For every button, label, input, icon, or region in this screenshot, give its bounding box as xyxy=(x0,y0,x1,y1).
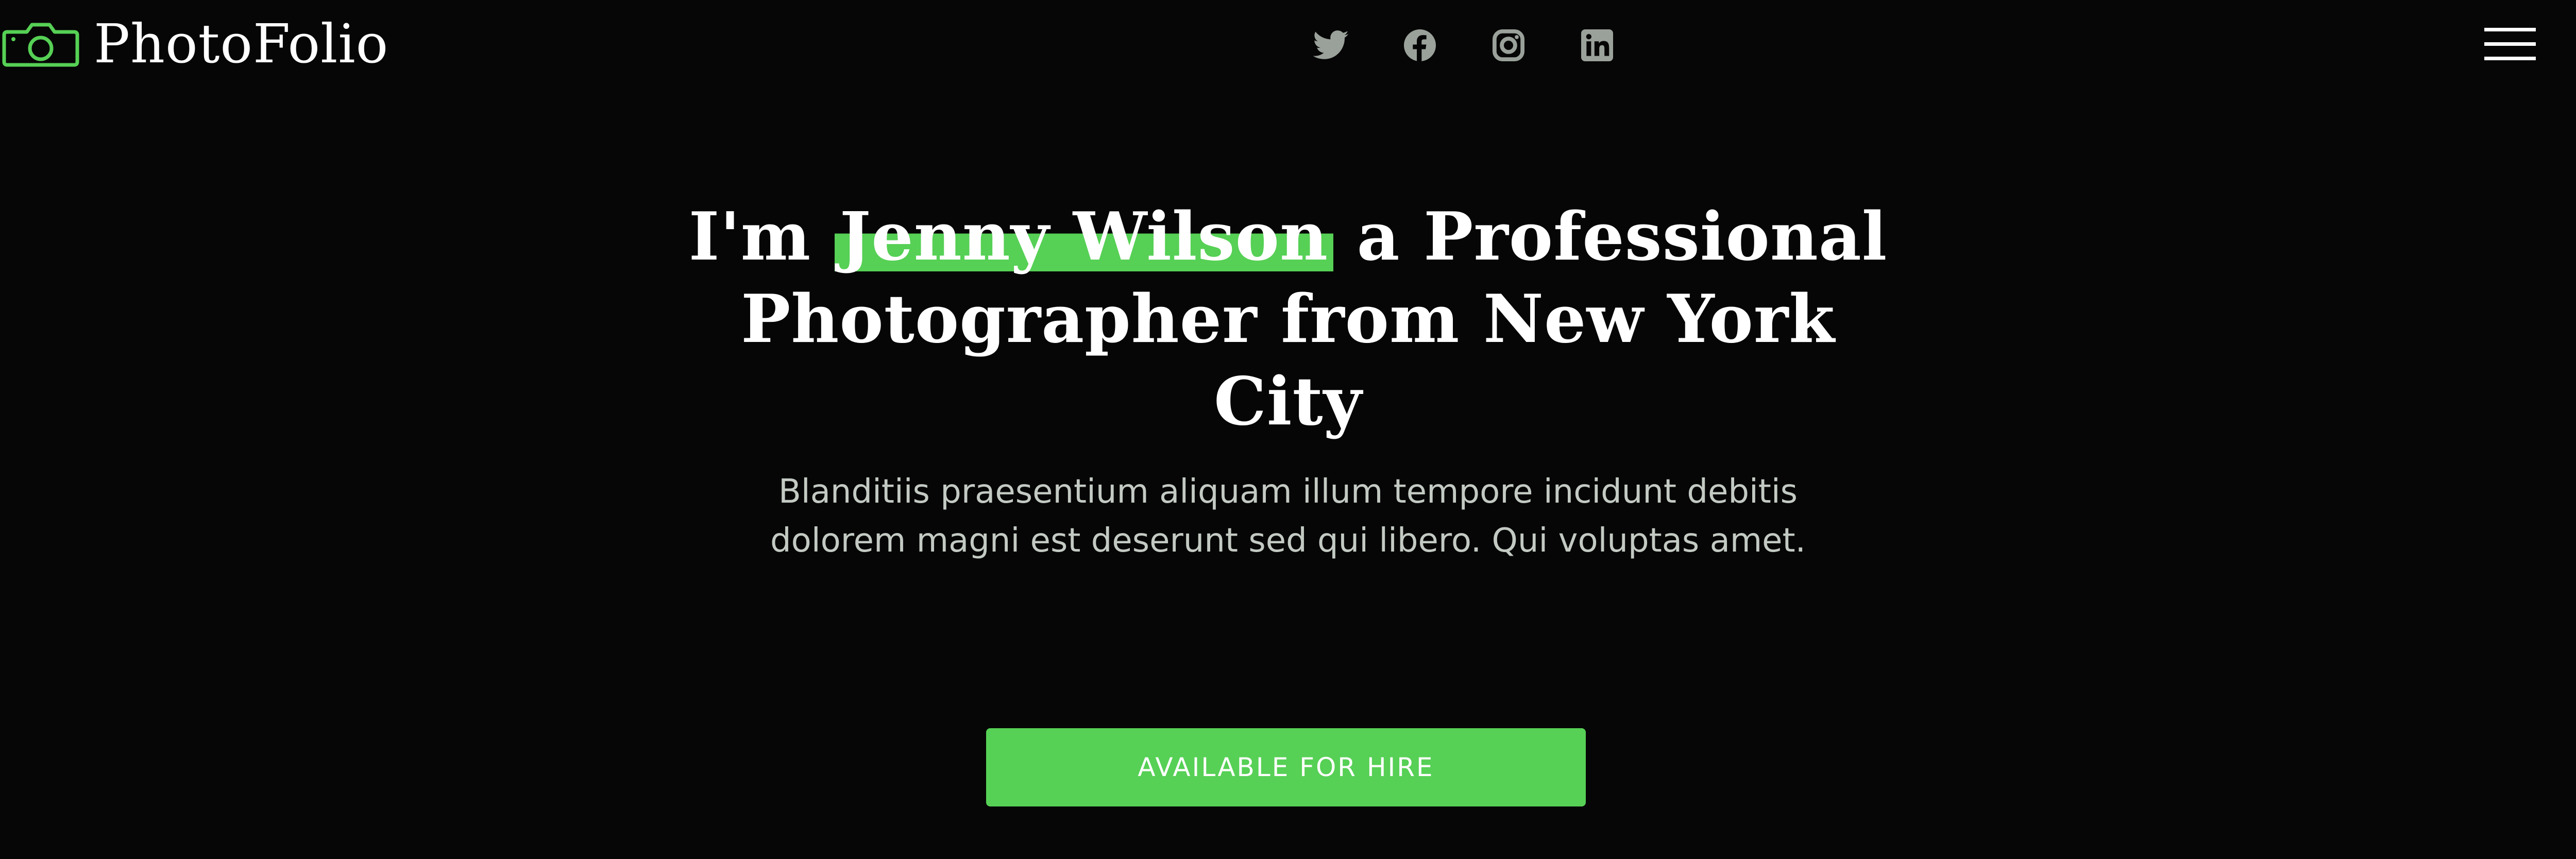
hero-subtitle: Blanditiis praesentium aliquam illum tem… xyxy=(770,473,1806,560)
hero-title: I'm Jenny Wilson a Professional Photogra… xyxy=(670,196,1906,443)
facebook-link[interactable] xyxy=(1401,27,1438,64)
site-header: PhotoFolio xyxy=(0,0,2576,88)
hero-title-prefix: I'm xyxy=(688,198,835,276)
twitter-icon xyxy=(1313,30,1349,61)
available-for-hire-button[interactable]: AVAILABLE FOR HIRE xyxy=(986,728,1586,806)
social-links xyxy=(1313,27,1616,64)
page: PhotoFolio I'm Jenny Wilson a Profession… xyxy=(0,0,2576,859)
menu-line xyxy=(2484,42,2536,46)
hamburger-menu-icon[interactable] xyxy=(2484,28,2536,61)
logo-text: PhotoFolio xyxy=(94,12,389,75)
logo-link[interactable]: PhotoFolio xyxy=(2,9,388,78)
instagram-link[interactable] xyxy=(1490,27,1527,64)
camera-icon xyxy=(2,21,79,67)
menu-line xyxy=(2484,57,2536,60)
hero-name-highlight: Jenny Wilson xyxy=(834,196,1333,278)
menu-line xyxy=(2484,28,2536,31)
instagram-icon xyxy=(1493,29,1524,61)
facebook-icon xyxy=(1404,29,1436,61)
twitter-link[interactable] xyxy=(1313,27,1350,64)
hero-section: I'm Jenny Wilson a Professional Photogra… xyxy=(670,196,1906,565)
linkedin-link[interactable] xyxy=(1579,27,1616,64)
linkedin-icon xyxy=(1581,29,1613,61)
